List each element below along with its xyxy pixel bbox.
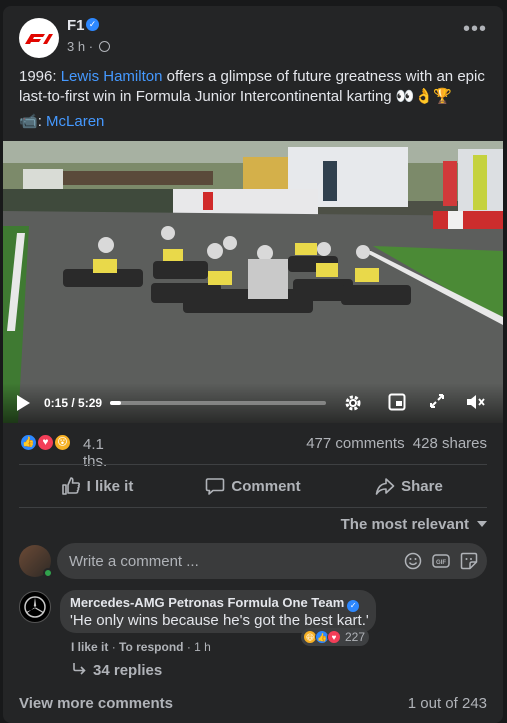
comment-sort-dropdown[interactable]: The most relevant bbox=[341, 516, 487, 533]
fullscreen-icon[interactable] bbox=[427, 393, 447, 413]
shares-count[interactable]: 428 shares bbox=[413, 435, 487, 452]
meta-separator: · bbox=[88, 39, 94, 54]
like-button[interactable]: I like it bbox=[19, 466, 175, 506]
sort-label: The most relevant bbox=[340, 516, 469, 533]
comment-icon bbox=[206, 478, 225, 495]
credit-separator: : bbox=[37, 113, 47, 130]
post-text-prefix: 1996: bbox=[19, 68, 61, 85]
video-credit: 📹: McLaren bbox=[19, 112, 104, 132]
verified-badge-icon: ✓ bbox=[347, 600, 360, 612]
video-controls: 0:15 / 5:29 bbox=[3, 383, 503, 423]
share-label: Share bbox=[401, 477, 443, 495]
comment-author-name: Mercedes-AMG Petronas Formula One Team bbox=[70, 595, 345, 610]
comment-reaction-count: 227 bbox=[345, 630, 366, 644]
mention-lewis-hamilton[interactable]: Lewis Hamilton bbox=[61, 68, 163, 85]
comment-sep: · bbox=[108, 640, 120, 654]
online-status-icon bbox=[43, 568, 53, 578]
comment-placeholder: Write a comment ... bbox=[69, 553, 199, 570]
love-icon: ♥ bbox=[36, 433, 55, 452]
comment-bubble: Mercedes-AMG Petronas Formula One Team ✓ … bbox=[60, 590, 376, 633]
emoji-icon[interactable] bbox=[403, 551, 423, 571]
video-player[interactable]: 0:15 / 5:29 bbox=[3, 141, 503, 423]
globe-icon bbox=[98, 41, 110, 52]
like-label: I like it bbox=[86, 477, 134, 495]
replies-label: 34 replies bbox=[93, 662, 163, 679]
comments-pagination: 1 out of 243 bbox=[407, 695, 487, 712]
comment-label: Comment bbox=[231, 477, 301, 495]
divider bbox=[19, 507, 487, 508]
reply-arrow-icon bbox=[73, 663, 86, 675]
video-progress-fill bbox=[110, 401, 121, 405]
mute-icon[interactable] bbox=[465, 393, 485, 413]
commenter-avatar[interactable] bbox=[19, 591, 51, 623]
post-card: F1 ✓ 3 h · ••• 1996: Lewis Hamilton offe… bbox=[3, 6, 503, 723]
caret-down-icon bbox=[477, 521, 487, 527]
more-options-icon[interactable]: ••• bbox=[463, 19, 487, 39]
post-time[interactable]: 3 h bbox=[67, 39, 85, 54]
engagement-counts: 477 comments 428 shares bbox=[302, 435, 487, 452]
comment-author[interactable]: Mercedes-AMG Petronas Formula One Team ✓ bbox=[70, 595, 360, 612]
play-icon[interactable] bbox=[17, 395, 30, 411]
view-more-comments-link[interactable]: View more comments bbox=[19, 695, 173, 712]
thumbs-up-icon bbox=[61, 477, 80, 495]
sticker-icon[interactable] bbox=[459, 551, 479, 571]
video-frame-image bbox=[3, 141, 503, 423]
comment-sep: · bbox=[183, 640, 195, 654]
share-icon bbox=[375, 478, 395, 495]
comment-button[interactable]: Comment bbox=[175, 466, 331, 506]
pip-icon[interactable] bbox=[387, 393, 407, 413]
comments-count[interactable]: 477 comments bbox=[306, 435, 404, 452]
camera-icon: 📹 bbox=[19, 113, 38, 130]
f1-logo-icon bbox=[25, 34, 53, 44]
video-time: 0:15 / 5:29 bbox=[44, 396, 103, 410]
post-stats: 👍 ♥ 😮 4.1 ths. 477 comments 428 shares bbox=[3, 432, 503, 470]
comment-actions: I like it · To respond · 1 h bbox=[71, 640, 211, 654]
comment-time[interactable]: 1 h bbox=[194, 640, 211, 654]
view-replies-button[interactable]: 34 replies bbox=[71, 662, 162, 679]
love-icon: ♥ bbox=[327, 630, 341, 644]
comment-respond-link[interactable]: To respond bbox=[119, 640, 183, 654]
share-button[interactable]: Share bbox=[331, 466, 487, 506]
svg-text:GIF: GIF bbox=[436, 560, 446, 566]
post-text: 1996: Lewis Hamilton offers a glimpse of… bbox=[19, 67, 489, 107]
mercedes-star-icon bbox=[24, 596, 46, 618]
comment-like-link[interactable]: I like it bbox=[71, 640, 108, 654]
post-meta: 3 h · bbox=[67, 39, 110, 54]
mention-mclaren[interactable]: McLaren bbox=[46, 113, 104, 130]
verified-badge-icon: ✓ bbox=[86, 18, 99, 31]
gif-icon[interactable]: GIF bbox=[431, 551, 451, 571]
divider bbox=[19, 464, 487, 465]
f1-logo-avatar[interactable] bbox=[19, 18, 59, 58]
wow-icon: 😮 bbox=[53, 433, 72, 452]
comment-reactions[interactable]: 😆 👍 ♥ 227 bbox=[301, 628, 370, 646]
comment-input[interactable]: Write a comment ... GIF bbox=[57, 543, 487, 579]
post-header: F1 ✓ 3 h · ••• bbox=[3, 6, 503, 62]
comment-text: 'He only wins because he's got the best … bbox=[70, 612, 369, 629]
page-name[interactable]: F1 bbox=[67, 17, 85, 34]
settings-icon[interactable] bbox=[343, 393, 363, 413]
video-progress-bar[interactable] bbox=[110, 401, 326, 405]
like-icon: 👍 bbox=[19, 433, 38, 452]
post-actions: I like it Comment Share bbox=[19, 466, 487, 506]
